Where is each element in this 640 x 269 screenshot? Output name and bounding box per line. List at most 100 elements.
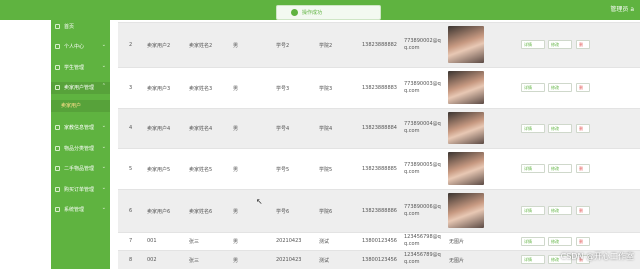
chevron-down-icon: ⌄ [101, 164, 106, 170]
sidebar-item-orders[interactable]: 购买订单管理 ⌄ [51, 184, 110, 196]
sidebar: 首页 个人中心 ⌄ 学生管理 ⌄ 卖家用户管理 ⌃ 卖家用户 家教信息管理 ⌄ … [51, 20, 110, 269]
sidebar-subitem-seller-users[interactable]: 卖家用户 [51, 100, 110, 112]
edit-button[interactable]: 修改 [548, 164, 572, 173]
student-id-cell: 学号2 [276, 42, 290, 49]
name-cell: 卖家姓名3 [189, 85, 213, 92]
edit-button[interactable]: 修改 [548, 206, 572, 215]
chevron-down-icon: ⌄ [101, 144, 106, 150]
college-cell: 学院6 [319, 208, 333, 215]
avatar [448, 112, 484, 144]
email-cell: 123456789@qq.com [404, 252, 441, 265]
gender-cell: 男 [233, 126, 239, 132]
sidebar-item-categories[interactable]: 物品分类管理 ⌄ [51, 143, 110, 155]
delete-button[interactable]: 删 [576, 40, 590, 49]
account-cell: 卖家用户4 [147, 126, 171, 132]
detail-button[interactable]: 详情 [521, 255, 545, 264]
sidebar-item-label: 个人中心 [64, 44, 85, 50]
college-cell: 学院4 [319, 126, 333, 132]
chevron-down-icon: ⌄ [101, 185, 106, 191]
chevron-down-icon: ⌄ [101, 205, 106, 211]
student-id-cell: 20210423 [276, 256, 302, 263]
sidebar-item-home[interactable]: 首页 [51, 21, 110, 33]
name-cell: 张三 [189, 239, 200, 245]
sidebar-item-secondhand[interactable]: 二手物品管理 ⌄ [51, 163, 110, 175]
detail-button[interactable]: 详情 [521, 206, 545, 215]
row-index: 6 [129, 207, 133, 214]
sidebar-item-label: 购买订单管理 [64, 187, 95, 193]
detail-button[interactable]: 详情 [521, 40, 545, 49]
delete-button[interactable]: 删 [576, 83, 590, 92]
edit-button[interactable]: 修改 [548, 236, 572, 246]
college-cell: 学院3 [319, 85, 333, 92]
edit-button[interactable]: 修改 [548, 40, 572, 49]
detail-button[interactable]: 详情 [521, 83, 545, 92]
student-id-cell: 学号6 [276, 208, 290, 215]
edit-button[interactable]: 修改 [548, 123, 572, 133]
name-cell: 卖家姓名5 [189, 166, 213, 173]
delete-button[interactable]: 删 [576, 236, 590, 246]
account-cell: 卖家用户5 [147, 166, 171, 173]
delete-button[interactable]: 删 [576, 206, 590, 215]
no-image-text: 无图片 [449, 239, 465, 245]
avatar [448, 152, 484, 185]
sidebar-item-students[interactable]: 学生管理 ⌄ [51, 62, 110, 74]
account-cell: 卖家用户3 [147, 85, 171, 92]
goods-icon [55, 166, 60, 171]
row-index: 3 [129, 84, 133, 91]
name-cell: 卖家姓名2 [189, 42, 213, 49]
avatar [448, 193, 484, 228]
page-left-margin [0, 0, 51, 269]
delete-button[interactable]: 删 [576, 164, 590, 173]
delete-button[interactable]: 删 [576, 123, 590, 133]
student-id-cell: 20210423 [276, 238, 302, 244]
gender-cell: 男 [233, 85, 239, 92]
student-id-cell: 学号4 [276, 126, 290, 132]
sidebar-item-label: 首页 [64, 24, 75, 30]
row-index: 2 [129, 41, 133, 48]
row-index: 5 [129, 165, 133, 172]
home-icon [55, 24, 60, 29]
gender-cell: 男 [233, 239, 239, 245]
sidebar-item-label: 物品分类管理 [64, 146, 95, 152]
sidebar-item-tutoring[interactable]: 家教信息管理 ⌄ [51, 122, 110, 134]
gender-cell: 男 [233, 42, 239, 49]
row-index: 4 [129, 125, 133, 131]
students-icon [55, 65, 60, 70]
sidebar-item-seller-management[interactable]: 卖家用户管理 ⌃ [51, 82, 110, 94]
sidebar-item-system[interactable]: 系统管理 ⌄ [51, 204, 110, 216]
sidebar-item-label: 卖家用户管理 [64, 85, 95, 91]
phone-cell: 13823888883 [362, 84, 397, 91]
success-toast: 操作成功 [276, 5, 381, 20]
college-cell: 学院2 [319, 42, 333, 49]
seller-icon [55, 85, 60, 90]
phone-cell: 13823888885 [362, 165, 397, 172]
sidebar-item-label: 学生管理 [64, 65, 85, 71]
name-cell: 卖家姓名4 [189, 126, 213, 132]
row-index: 7 [129, 238, 133, 244]
phone-cell: 13823888886 [362, 207, 397, 214]
gender-cell: 男 [233, 257, 239, 264]
email-cell: 773890006@qq.com [404, 203, 441, 217]
account-cell: 001 [147, 238, 157, 244]
college-cell: 学院5 [319, 166, 333, 173]
detail-button[interactable]: 详情 [521, 164, 545, 173]
sidebar-item-label: 二手物品管理 [64, 166, 95, 172]
student-id-cell: 学号5 [276, 166, 290, 173]
phone-cell: 13800123456 [362, 238, 397, 244]
toast-message: 操作成功 [302, 10, 323, 16]
avatar [448, 71, 484, 104]
detail-button[interactable]: 详情 [521, 123, 545, 133]
sidebar-item-profile[interactable]: 个人中心 ⌄ [51, 41, 110, 53]
no-image-text: 无图片 [449, 257, 465, 264]
detail-button[interactable]: 详情 [521, 236, 545, 246]
chevron-down-icon: ⌄ [101, 123, 106, 129]
account-cell: 卖家用户6 [147, 208, 171, 215]
edit-button[interactable]: 修改 [548, 83, 572, 92]
avatar [448, 26, 484, 63]
mouse-cursor-icon: ↖ [256, 197, 263, 206]
gender-cell: 男 [233, 166, 239, 173]
sidebar-item-label: 家教信息管理 [64, 125, 95, 131]
gender-cell: 男 [233, 208, 239, 215]
admin-user-label[interactable]: 管理员 a [610, 4, 634, 13]
chevron-down-icon: ⌄ [101, 63, 106, 69]
